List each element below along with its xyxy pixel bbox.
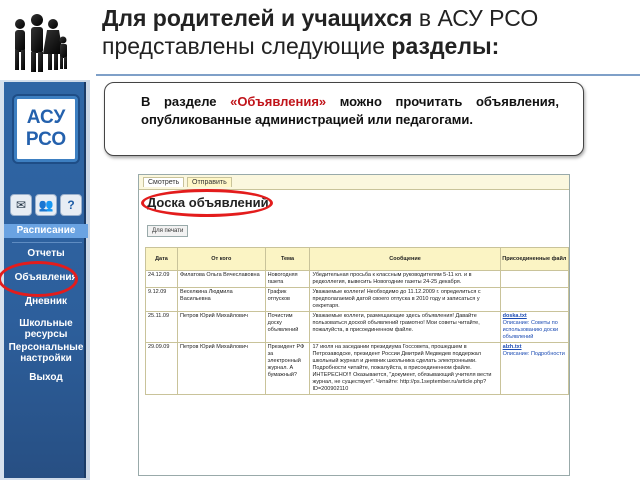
attachment-description: Описание: Советы по использованию доски …	[502, 320, 559, 340]
cell-message: Уважаемые коллеги, размещающие здесь объ…	[309, 311, 501, 343]
callout-box: В разделе «Объявления» можно прочитать о…	[104, 82, 584, 156]
cell-message: Убедительная просьба к классным руководи…	[309, 270, 501, 288]
slide-title-bold: Для родителей и учащихся	[102, 5, 413, 31]
cell-from: Петров Юрий Михайлович	[177, 342, 266, 395]
slide-title-line2-bold: разделы:	[391, 33, 500, 59]
table-row: 24.12.09 Филатова Ольга Вячеславовна Нов…	[144, 270, 569, 288]
cell-attachment: alzh.txt Описание: Подробности	[499, 342, 569, 395]
sidebar-item-personal-settings[interactable]: Персональные настройки	[4, 342, 88, 364]
callout-prefix: В разделе	[141, 94, 231, 109]
cell-topic: Президент РФ за электронный журнал. А бу…	[264, 342, 311, 395]
column-header-topic[interactable]: Тема	[264, 247, 311, 271]
announcements-highlight-ellipse	[0, 261, 78, 297]
cell-attachment: doska.txt Описание: Советы по использова…	[499, 311, 569, 343]
cell-topic: График отпусков	[264, 287, 311, 312]
table-header-row: Дата От кого Тема Сообщение Присоединенн…	[144, 247, 569, 271]
table-row: 25.11.09 Петров Юрий Михайлович Почистим…	[144, 311, 569, 343]
cell-from: Филатова Ольга Вячеславовна	[177, 270, 266, 288]
attachment-link[interactable]: alzh.txt	[503, 344, 566, 351]
sidebar-item-reports[interactable]: Отчеты	[4, 248, 88, 259]
cell-date: 24.12.09	[144, 270, 179, 288]
board-tabs: Смотреть Отправить	[139, 175, 569, 190]
attachment-description: Описание: Подробности	[502, 351, 565, 357]
cell-date: 25.11.09	[144, 311, 179, 343]
column-header-date[interactable]: Дата	[144, 247, 179, 271]
announcements-table: Дата От кого Тема Сообщение Присоединенн…	[144, 247, 569, 395]
table-row: 29.09.09 Петров Юрий Михайлович Президен…	[144, 342, 569, 395]
cell-topic: Новогодняя газета	[264, 270, 311, 288]
callout-text: В разделе «Объявления» можно прочитать о…	[141, 93, 559, 129]
column-header-from[interactable]: От кого	[177, 247, 266, 271]
cell-attachment	[499, 287, 569, 312]
slide-title-line2: представлены следующие	[102, 33, 392, 59]
table-row: 9.12.09 Веселкина Людмила Васильевна Гра…	[144, 287, 569, 312]
cell-date: 29.09.09	[144, 342, 179, 395]
mail-icon[interactable]: ✉	[10, 194, 32, 216]
asu-rso-logo[interactable]: АСУ РСО	[14, 96, 78, 162]
logo-line1: АСУ	[26, 107, 66, 128]
cell-from: Веселкина Людмила Васильевна	[177, 287, 266, 312]
help-icon[interactable]: ?	[60, 194, 82, 216]
board-title-highlight-ellipse	[141, 189, 273, 217]
users-icon[interactable]: 👥	[35, 194, 57, 216]
cell-from: Петров Юрий Михайлович	[177, 311, 266, 343]
sidebar-icon-row: ✉ 👥 ?	[10, 194, 82, 218]
callout-highlight: «Объявления»	[230, 94, 327, 109]
slide-title: Для родителей и учащихся в АСУ РСО предс…	[102, 4, 632, 60]
announcements-board-screenshot: Смотреть Отправить Доска объявлений Для …	[138, 174, 570, 476]
attachment-link[interactable]: doska.txt	[503, 313, 566, 320]
sidebar-item-logout[interactable]: Выход	[4, 372, 88, 383]
print-button[interactable]: Для печати	[147, 225, 189, 237]
slide-title-part2: в АСУ РСО	[412, 5, 539, 31]
cell-topic: Почистим доску объявлений	[264, 311, 311, 343]
sidebar-item-school-resources[interactable]: Школьные ресурсы	[4, 318, 88, 340]
cell-attachment	[499, 270, 569, 288]
cell-message: Уважаемые коллеги! Необходимо до 11.12.2…	[309, 287, 501, 312]
cell-date: 9.12.09	[144, 287, 179, 312]
sidebar-item-schedule[interactable]: Расписание	[4, 224, 88, 238]
logo-line2: РСО	[25, 129, 67, 150]
slide-header: Для родителей и учащихся в АСУ РСО предс…	[0, 0, 640, 78]
sidebar-item-diary[interactable]: Дневник	[4, 296, 88, 307]
tab-view[interactable]: Смотреть	[143, 177, 185, 187]
column-header-attachment[interactable]: Присоединенные файл	[499, 247, 569, 271]
family-icon	[15, 14, 67, 72]
cell-message: 17 июля на заседании президиума Госсовет…	[309, 342, 501, 395]
title-divider	[96, 74, 640, 76]
menu-divider	[12, 242, 82, 243]
column-header-message[interactable]: Сообщение	[309, 247, 501, 271]
tab-send[interactable]: Отправить	[187, 177, 232, 187]
